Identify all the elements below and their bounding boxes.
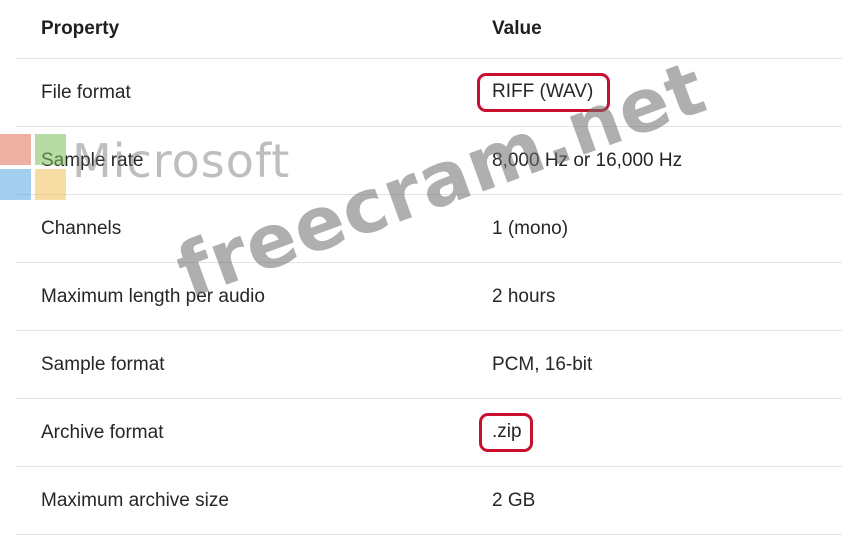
properties-table: Property Value File format RIFF (WAV) Sa… (16, 0, 842, 535)
table-row: File format RIFF (WAV) (16, 58, 842, 127)
value-cell: 1 (mono) (492, 194, 842, 263)
column-header-property: Property (16, 0, 492, 59)
value-cell: 2 hours (492, 262, 842, 331)
table-header-row: Property Value (16, 0, 842, 59)
property-cell: File format (16, 58, 492, 127)
table-row: Archive format .zip (16, 398, 842, 467)
property-cell: Archive format (16, 398, 492, 467)
property-cell: Maximum archive size (16, 466, 492, 535)
table-row: Maximum archive size 2 GB (16, 466, 842, 535)
table-row: Sample format PCM, 16-bit (16, 330, 842, 399)
highlight-box: .zip (479, 413, 533, 452)
table-row: Maximum length per audio 2 hours (16, 262, 842, 331)
value-cell: .zip (479, 398, 842, 467)
column-header-value: Value (492, 0, 842, 59)
value-cell: PCM, 16-bit (492, 330, 842, 399)
watermark-brand: Microsoft (72, 134, 291, 188)
value-cell: 2 GB (492, 466, 842, 535)
microsoft-logo-icon (0, 134, 66, 200)
page: Property Value File format RIFF (WAV) Sa… (0, 0, 849, 548)
property-cell: Sample format (16, 330, 492, 399)
